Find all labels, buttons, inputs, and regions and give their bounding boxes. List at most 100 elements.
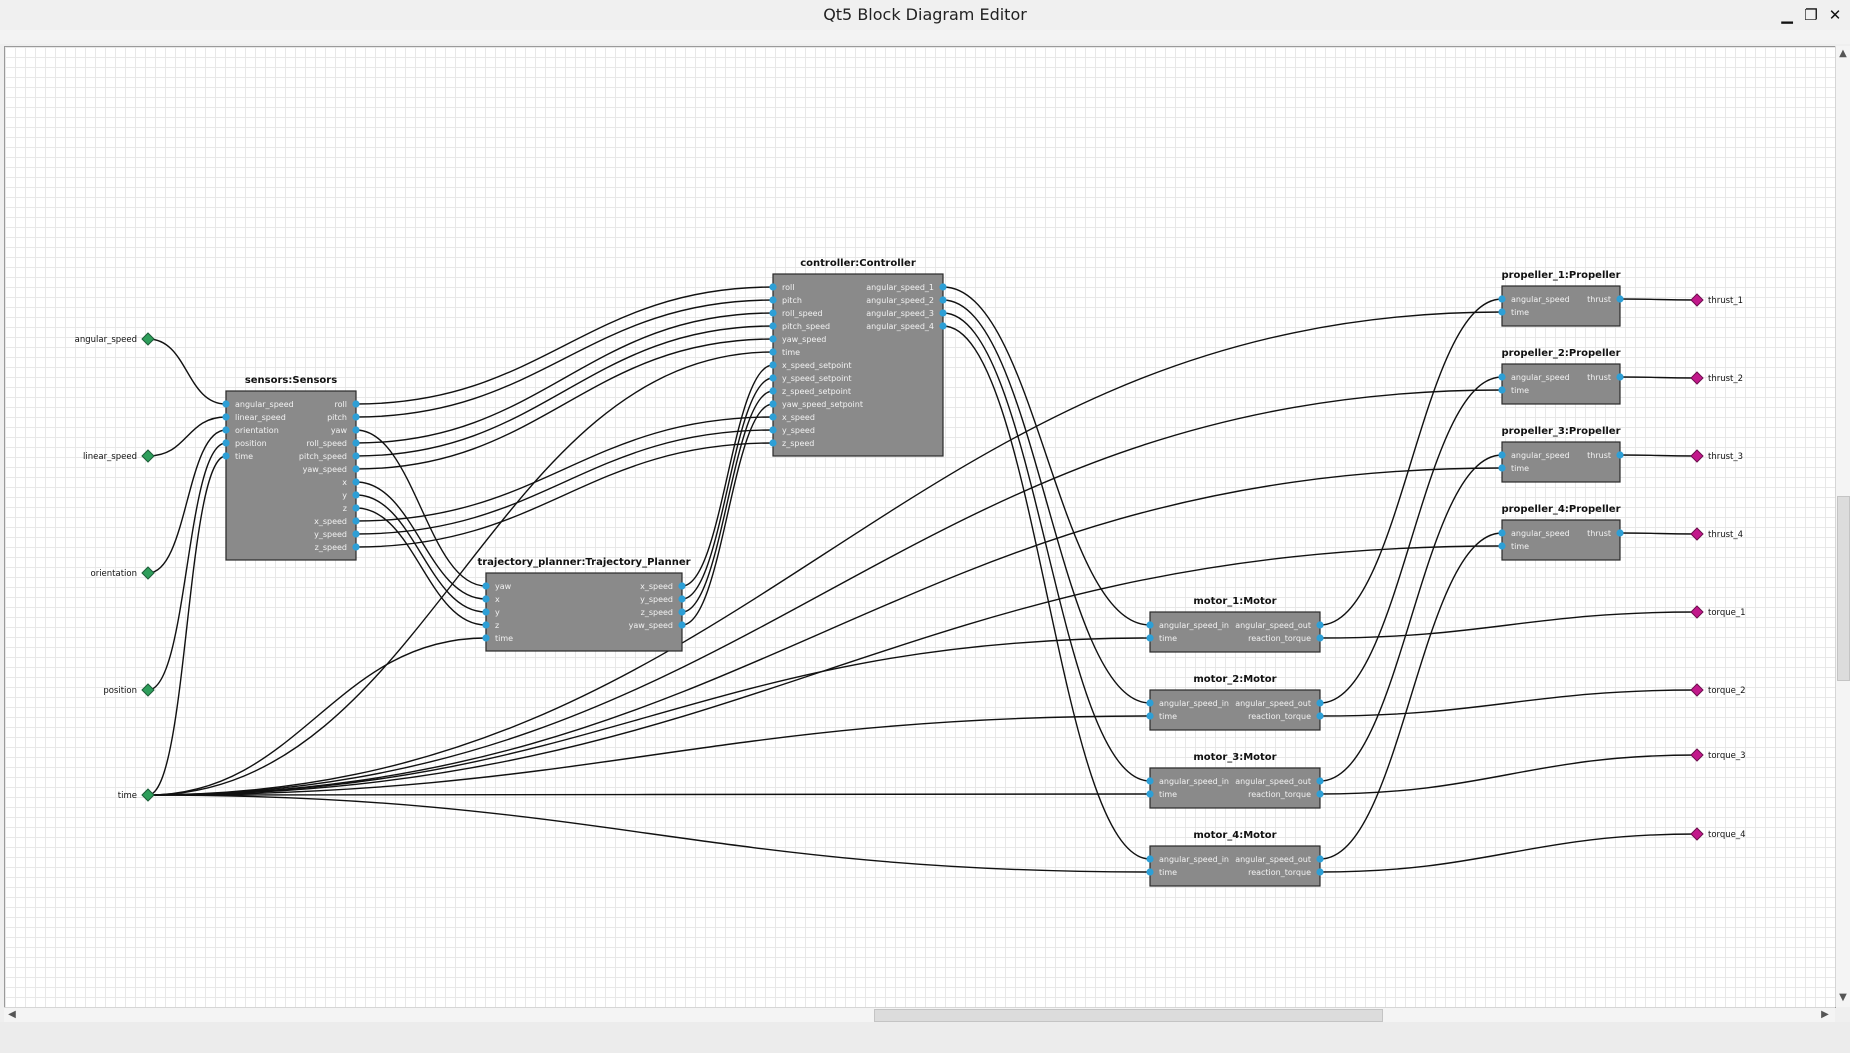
block-controller[interactable]: controller:Controller roll pitch roll_speed… xyxy=(769,258,947,457)
connection-wire[interactable] xyxy=(355,312,774,444)
connection-wire[interactable] xyxy=(147,794,1151,873)
connection-wire[interactable] xyxy=(1319,689,1698,717)
connection-wire[interactable] xyxy=(355,416,774,522)
input-port[interactable] xyxy=(769,309,777,317)
horizontal-scroll-thumb[interactable] xyxy=(874,1009,1383,1022)
block-propeller-4[interactable]: propeller_4:Propeller angular_speedtime th… xyxy=(1498,504,1624,561)
diagram-canvas[interactable]: sensors:Sensors angular_speed linear_speed… xyxy=(5,47,1835,1007)
output-port[interactable] xyxy=(352,452,360,460)
connection-wire[interactable] xyxy=(147,715,1151,796)
output-terminal-diamond[interactable] xyxy=(1690,683,1704,697)
connection-wire[interactable] xyxy=(355,442,774,548)
output-terminal-torque-3[interactable]: torque_3 xyxy=(1690,748,1746,762)
input-port[interactable] xyxy=(1498,464,1506,472)
input-port[interactable] xyxy=(769,361,777,369)
input-terminal-time[interactable]: time xyxy=(118,788,155,802)
input-port[interactable] xyxy=(1498,386,1506,394)
connection-wire[interactable] xyxy=(942,286,1151,626)
block-propeller-1[interactable]: propeller_1:Propeller angular_speedtime th… xyxy=(1498,270,1624,327)
block-body[interactable] xyxy=(1501,519,1621,561)
scroll-left-arrow[interactable]: ◀ xyxy=(6,1009,18,1021)
input-port[interactable] xyxy=(769,426,777,434)
scroll-up-arrow[interactable]: ▲ xyxy=(1837,48,1849,60)
connection-wire[interactable] xyxy=(147,793,1151,796)
output-port[interactable] xyxy=(1316,868,1324,876)
output-port[interactable] xyxy=(352,491,360,499)
output-port[interactable] xyxy=(352,543,360,551)
input-terminal-diamond[interactable] xyxy=(141,449,155,463)
output-port[interactable] xyxy=(939,322,947,330)
input-port[interactable] xyxy=(769,413,777,421)
block-body[interactable] xyxy=(1149,611,1321,653)
output-port[interactable] xyxy=(1316,712,1324,720)
output-port[interactable] xyxy=(1616,373,1624,381)
output-port[interactable] xyxy=(1316,790,1324,798)
connection-wire[interactable] xyxy=(1319,532,1503,860)
connection-wire[interactable] xyxy=(1319,376,1503,704)
output-port[interactable] xyxy=(352,517,360,525)
block-body[interactable] xyxy=(1149,845,1321,887)
maximize-button[interactable]: ❐ xyxy=(1800,4,1822,26)
input-port[interactable] xyxy=(769,348,777,356)
output-terminal-torque-4[interactable]: torque_4 xyxy=(1690,827,1746,841)
block-propeller-2[interactable]: propeller_2:Propeller angular_speedtime th… xyxy=(1498,348,1624,405)
horizontal-scrollbar[interactable]: ◀ ▶ xyxy=(4,1007,1835,1022)
input-port[interactable] xyxy=(1498,295,1506,303)
input-port[interactable] xyxy=(222,426,230,434)
output-port[interactable] xyxy=(1616,295,1624,303)
connection-wire[interactable] xyxy=(1319,298,1503,626)
output-port[interactable] xyxy=(352,530,360,538)
scroll-right-arrow[interactable]: ▶ xyxy=(1819,1009,1831,1021)
connection-wire[interactable] xyxy=(942,325,1151,860)
output-terminal-diamond[interactable] xyxy=(1690,527,1704,541)
output-terminal-torque-1[interactable]: torque_1 xyxy=(1690,605,1746,619)
output-port[interactable] xyxy=(352,439,360,447)
block-sensors[interactable]: sensors:Sensors angular_speed linear_speed… xyxy=(222,375,360,561)
vertical-scrollbar[interactable]: ▲ ▼ xyxy=(1835,46,1850,1007)
output-terminal-diamond[interactable] xyxy=(1690,371,1704,385)
output-port[interactable] xyxy=(1316,634,1324,642)
output-port[interactable] xyxy=(678,595,686,603)
block-motor-2[interactable]: motor_2:Motor angular_speed_intime angular… xyxy=(1146,674,1324,731)
output-terminal-torque-2[interactable]: torque_2 xyxy=(1690,683,1746,697)
connection-wire[interactable] xyxy=(1319,833,1698,873)
connection-wire[interactable] xyxy=(1619,298,1698,301)
output-port[interactable] xyxy=(678,582,686,590)
input-port[interactable] xyxy=(482,595,490,603)
input-port[interactable] xyxy=(222,452,230,460)
input-port[interactable] xyxy=(769,400,777,408)
connection-wire[interactable] xyxy=(147,338,227,405)
connection-wire[interactable] xyxy=(1619,532,1698,535)
connection-wire[interactable] xyxy=(355,429,774,535)
input-port[interactable] xyxy=(769,283,777,291)
connection-wire[interactable] xyxy=(1619,376,1698,379)
input-port[interactable] xyxy=(222,439,230,447)
block-motor-4[interactable]: motor_4:Motor angular_speed_intime angular… xyxy=(1146,830,1324,887)
input-port[interactable] xyxy=(482,621,490,629)
input-port[interactable] xyxy=(1146,621,1154,629)
output-port[interactable] xyxy=(1316,621,1324,629)
connection-wire[interactable] xyxy=(147,455,227,796)
close-button[interactable]: ✕ xyxy=(1824,4,1846,26)
input-port[interactable] xyxy=(482,634,490,642)
input-port[interactable] xyxy=(1498,529,1506,537)
input-terminal-diamond[interactable] xyxy=(141,683,155,697)
block-motor-3[interactable]: motor_3:Motor angular_speed_intime angular… xyxy=(1146,752,1324,809)
block-motor-1[interactable]: motor_1:Motor angular_speed_intime angular… xyxy=(1146,596,1324,653)
output-terminal-thrust-4[interactable]: thrust_4 xyxy=(1690,527,1743,541)
block-body[interactable] xyxy=(1501,285,1621,327)
output-terminal-diamond[interactable] xyxy=(1690,449,1704,463)
output-port[interactable] xyxy=(352,400,360,408)
block-propeller-3[interactable]: propeller_3:Propeller angular_speedtime th… xyxy=(1498,426,1624,483)
input-port[interactable] xyxy=(1498,308,1506,316)
connection-wire[interactable] xyxy=(1619,454,1698,457)
input-terminal-diamond[interactable] xyxy=(141,566,155,580)
output-port[interactable] xyxy=(1316,699,1324,707)
connection-wire[interactable] xyxy=(147,637,487,796)
output-terminal-diamond[interactable] xyxy=(1690,293,1704,307)
output-port[interactable] xyxy=(1616,529,1624,537)
input-port[interactable] xyxy=(1146,868,1154,876)
input-port[interactable] xyxy=(1146,855,1154,863)
output-terminal-diamond[interactable] xyxy=(1690,748,1704,762)
output-terminal-diamond[interactable] xyxy=(1690,827,1704,841)
